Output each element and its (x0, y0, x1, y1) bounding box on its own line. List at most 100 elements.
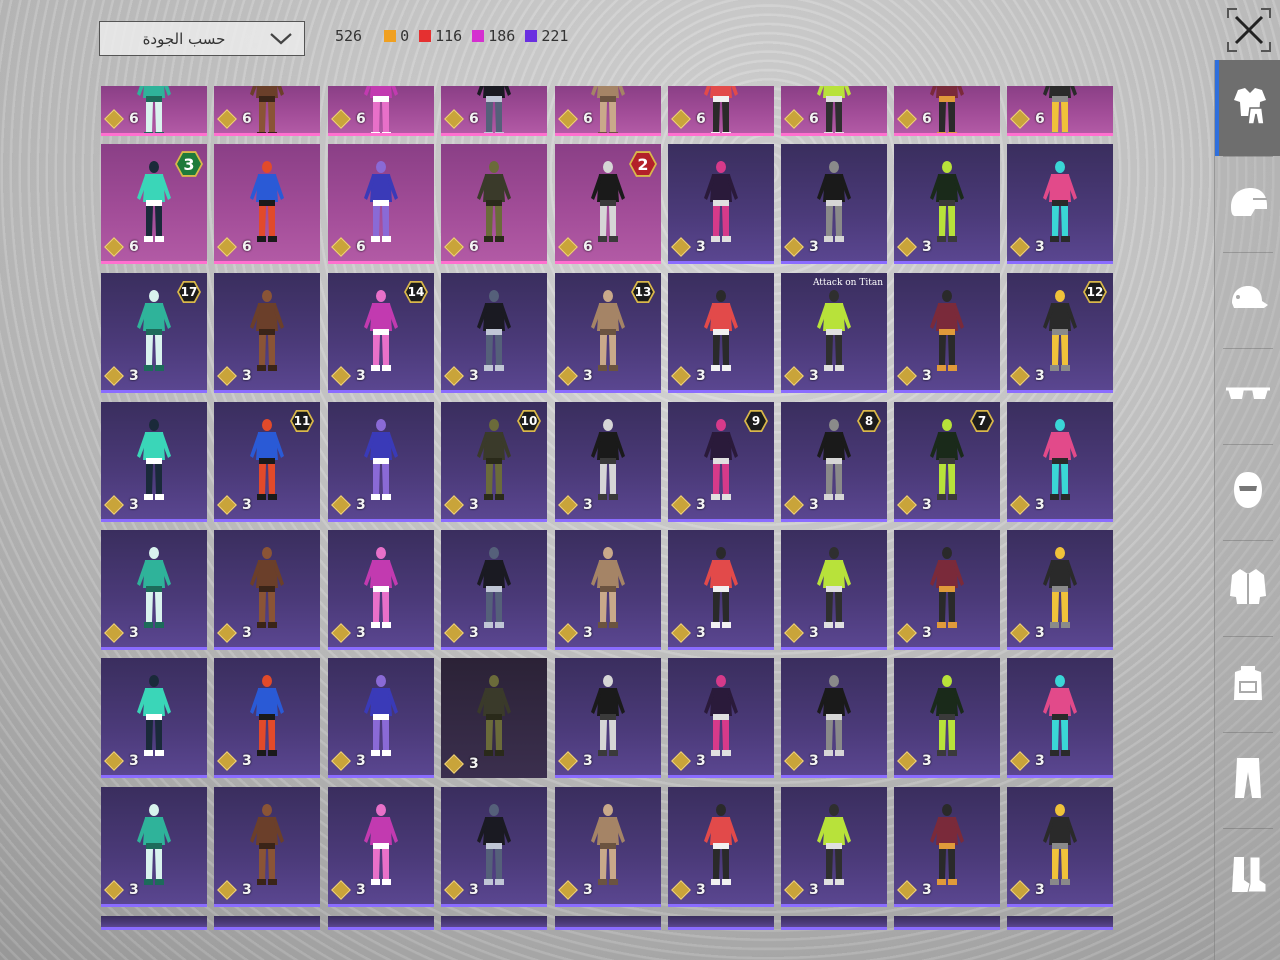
outfit-figure-icon (361, 289, 401, 375)
outfit-tile[interactable] (894, 916, 1000, 930)
outfit-figure-icon (1040, 418, 1080, 504)
outfit-tile[interactable]: 3 12 (1007, 273, 1113, 393)
outfit-tile[interactable]: 6 (781, 86, 887, 136)
outfit-tile[interactable]: 37 (894, 402, 1000, 522)
outfit-tile[interactable]: 3 (555, 787, 661, 907)
coin-cost: 3 (1010, 366, 1045, 386)
outfit-tile[interactable]: 3 (555, 658, 661, 778)
sidebar-tab-pants[interactable] (1215, 732, 1280, 828)
outfit-tile[interactable]: 39 (668, 402, 774, 522)
sort-dropdown[interactable]: حسب الجودة (99, 21, 305, 56)
outfit-tile[interactable] (328, 916, 434, 930)
outfit-tile[interactable]: 62 (555, 144, 661, 264)
coin-icon (217, 623, 237, 643)
outfit-tile[interactable]: 3 13 (555, 273, 661, 393)
sidebar-tab-mask[interactable] (1215, 444, 1280, 540)
outfit-tile[interactable] (101, 916, 207, 930)
outfit-tile[interactable]: 3 (1007, 658, 1113, 778)
outfit-tile[interactable]: 3 10 (441, 402, 547, 522)
outfit-tile[interactable]: 3 (894, 787, 1000, 907)
outfit-tile[interactable]: 6 (214, 86, 320, 136)
outfit-tile[interactable]: 3 (101, 530, 207, 650)
count-red: 116 (419, 27, 462, 45)
outfit-tile[interactable]: 63 (101, 144, 207, 264)
outfit-tile[interactable]: 3 (781, 144, 887, 264)
outfit-tile[interactable]: 3 (555, 530, 661, 650)
outfit-tile[interactable]: 3 (668, 658, 774, 778)
outfit-tile[interactable]: 3 (781, 658, 887, 778)
outfit-tile[interactable]: 6 (214, 144, 320, 264)
outfit-tile[interactable]: 3 (1007, 530, 1113, 650)
outfit-tile[interactable]: 3 Attack on Titan (781, 273, 887, 393)
outfit-tile[interactable]: 3 17 (101, 273, 207, 393)
outfit-tile[interactable]: 3 (214, 273, 320, 393)
coin-icon (558, 495, 578, 515)
outfit-tile[interactable] (555, 916, 661, 930)
outfit-tile[interactable]: 6 (668, 86, 774, 136)
outfit-tile[interactable]: 3 (894, 658, 1000, 778)
outfit-tile[interactable]: 3 (101, 658, 207, 778)
outfit-tile[interactable]: 3 (441, 273, 547, 393)
outfit-tile[interactable]: 3 (1007, 402, 1113, 522)
outfit-tile[interactable]: 6 (555, 86, 661, 136)
coin-cost: 3 (217, 880, 252, 900)
outfit-tile[interactable]: 3 (441, 658, 547, 778)
sidebar-tab-jacket[interactable] (1215, 540, 1280, 636)
outfit-tile[interactable] (214, 916, 320, 930)
outfit-tile[interactable]: 3 (328, 530, 434, 650)
outfit-figure-icon (474, 86, 514, 133)
sidebar-tab-backpack[interactable] (1215, 636, 1280, 732)
outfit-tile[interactable]: 3 (214, 787, 320, 907)
outfit-tile[interactable]: 3 (441, 787, 547, 907)
sidebar-tab-helmet[interactable] (1215, 156, 1280, 252)
coin-cost: 3 (1010, 237, 1045, 257)
outfit-tile[interactable]: 3 (668, 530, 774, 650)
outfit-tile[interactable]: 3 (555, 402, 661, 522)
sidebar-tab-outfit[interactable] (1215, 60, 1280, 156)
outfit-tile[interactable]: 3 (328, 658, 434, 778)
coin-icon (104, 237, 124, 257)
level-badge: 9 (744, 409, 768, 433)
sidebar-tab-glasses[interactable] (1215, 348, 1280, 444)
outfit-tile[interactable]: 6 (328, 86, 434, 136)
coin-count: 3 (356, 882, 366, 898)
outfit-tile[interactable]: 3 (101, 787, 207, 907)
level-badge: 14 (404, 280, 428, 304)
outfit-tile[interactable]: 3 (214, 530, 320, 650)
outfit-tile[interactable]: 3 (214, 658, 320, 778)
coin-cost: 6 (217, 237, 252, 257)
outfit-tile[interactable]: 3 (1007, 787, 1113, 907)
outfit-tile[interactable]: 3 (328, 402, 434, 522)
outfit-tile[interactable] (1007, 916, 1113, 930)
outfit-tile[interactable]: 3 (781, 787, 887, 907)
outfit-tile[interactable]: 3 (101, 402, 207, 522)
outfit-tile[interactable]: 6 (441, 144, 547, 264)
outfit-tile[interactable]: 3 (441, 530, 547, 650)
close-button[interactable] (1227, 8, 1271, 52)
outfit-tile[interactable]: 3 11 (214, 402, 320, 522)
sidebar-tab-cap[interactable] (1215, 252, 1280, 348)
outfit-tile[interactable]: 3 (894, 530, 1000, 650)
outfit-tile[interactable]: 38 (781, 402, 887, 522)
outfit-tile[interactable]: 3 (668, 144, 774, 264)
outfit-tile[interactable]: 3 (894, 273, 1000, 393)
sidebar-tab-boots[interactable] (1215, 828, 1280, 924)
outfit-tile[interactable]: 3 (668, 273, 774, 393)
outfit-tile[interactable]: 6 (441, 86, 547, 136)
coin-icon (558, 366, 578, 386)
outfit-tile[interactable] (441, 916, 547, 930)
coin-icon (331, 751, 351, 771)
outfit-tile[interactable]: 6 (101, 86, 207, 136)
outfit-tile[interactable]: 3 (328, 787, 434, 907)
outfit-figure-icon (701, 674, 741, 760)
outfit-tile[interactable]: 6 (894, 86, 1000, 136)
outfit-tile[interactable]: 3 (668, 787, 774, 907)
outfit-tile[interactable] (781, 916, 887, 930)
outfit-tile[interactable]: 3 (1007, 144, 1113, 264)
outfit-tile[interactable]: 3 (894, 144, 1000, 264)
outfit-tile[interactable]: 6 (328, 144, 434, 264)
outfit-tile[interactable] (668, 916, 774, 930)
outfit-tile[interactable]: 3 (781, 530, 887, 650)
outfit-tile[interactable]: 6 (1007, 86, 1113, 136)
outfit-tile[interactable]: 3 14 (328, 273, 434, 393)
